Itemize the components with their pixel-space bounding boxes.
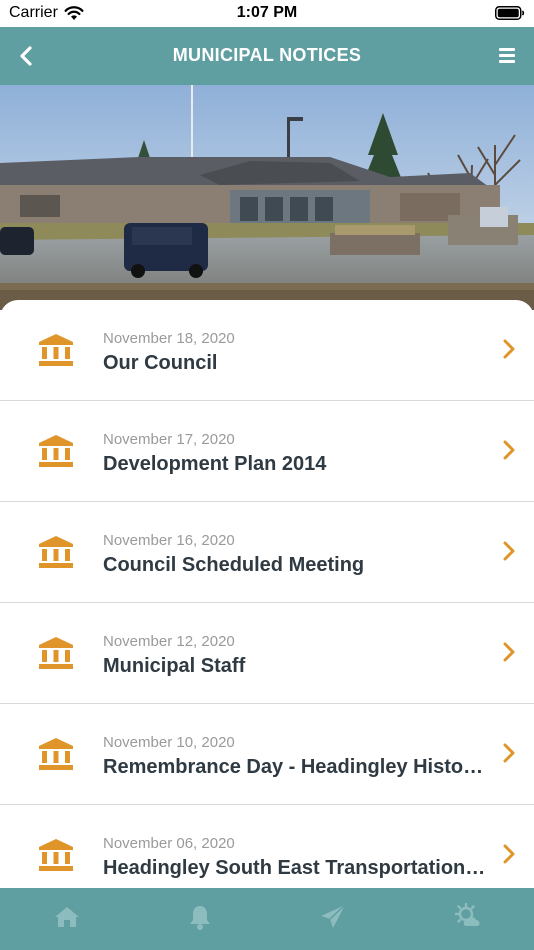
list-item[interactable]: November 10, 2020 Remembrance Day - Head… <box>0 704 534 805</box>
notice-date: November 17, 2020 <box>103 431 235 448</box>
list-item[interactable]: November 06, 2020 Headingley South East … <box>0 805 534 888</box>
home-icon[interactable] <box>52 902 82 932</box>
chevron-right-icon <box>503 642 515 662</box>
chevron-right-icon <box>503 339 515 359</box>
list-item[interactable]: November 18, 2020 Our Council <box>0 300 534 401</box>
status-bar: Carrier 1:07 PM <box>0 0 534 27</box>
notice-date: November 06, 2020 <box>103 835 235 852</box>
hero-image <box>0 85 534 310</box>
weather-icon[interactable] <box>453 902 483 932</box>
notice-title: Development Plan 2014 <box>103 453 327 475</box>
notice-date: November 10, 2020 <box>103 734 235 751</box>
notice-title: Our Council <box>103 352 218 374</box>
notice-date: November 12, 2020 <box>103 633 235 650</box>
notice-title: Headingley South East Transportation Stu… <box>103 857 488 879</box>
clock: 1:07 PM <box>236 4 298 21</box>
municipal-building-icon <box>39 738 73 770</box>
bell-icon[interactable] <box>185 902 215 932</box>
battery-icon <box>495 6 525 20</box>
navigation-bar: MUNICIPAL NOTICES <box>0 27 534 85</box>
notice-title: Council Scheduled Meeting <box>103 554 365 576</box>
municipal-building-icon <box>39 536 73 568</box>
tab-bar <box>0 888 534 950</box>
paper-plane-icon[interactable] <box>318 902 348 932</box>
notice-title: Remembrance Day - Headingley Historical … <box>103 756 488 778</box>
notice-date: November 16, 2020 <box>103 532 235 549</box>
chevron-right-icon <box>503 743 515 763</box>
list-item[interactable]: November 16, 2020 Council Scheduled Meet… <box>0 502 534 603</box>
notice-title: Municipal Staff <box>103 655 246 677</box>
municipal-building-icon <box>39 637 73 669</box>
notice-date: November 18, 2020 <box>103 330 235 347</box>
page-title: MUNICIPAL NOTICES <box>172 45 362 65</box>
hamburger-menu-icon[interactable] <box>498 45 518 65</box>
list-item[interactable]: November 17, 2020 Development Plan 2014 <box>0 401 534 502</box>
list-item[interactable]: November 12, 2020 Municipal Staff <box>0 603 534 704</box>
municipal-building-icon <box>39 839 73 871</box>
chevron-right-icon <box>503 844 515 864</box>
municipal-building-photo <box>0 85 534 310</box>
notices-list: November 18, 2020 Our Council November 1… <box>0 300 534 888</box>
chevron-right-icon <box>503 541 515 561</box>
chevron-right-icon <box>503 440 515 460</box>
municipal-building-icon <box>39 435 73 467</box>
municipal-building-icon <box>39 334 73 366</box>
